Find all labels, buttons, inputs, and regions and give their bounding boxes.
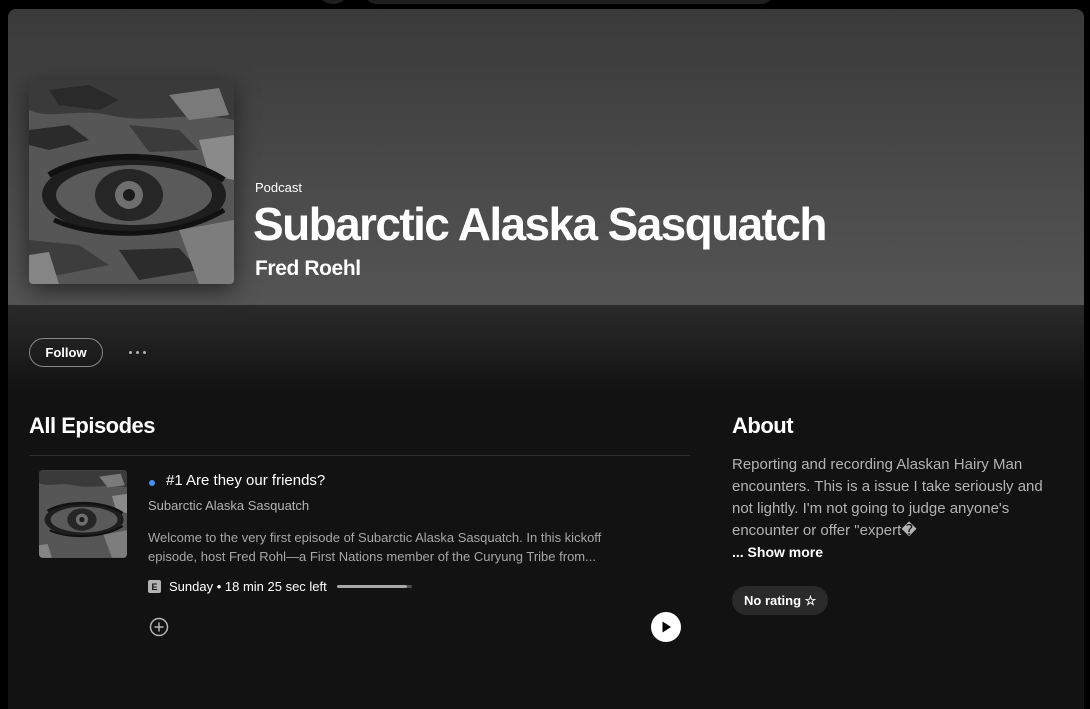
episode-meta: E Sunday • 18 min 25 sec left — [148, 579, 412, 594]
episodes-divider — [29, 455, 690, 456]
unplayed-indicator — [149, 480, 155, 486]
eye-artwork-image — [39, 470, 127, 558]
header-fade — [8, 305, 1084, 385]
episode-progress-bar — [336, 585, 412, 588]
podcast-cover-art — [29, 80, 234, 284]
rating-button[interactable]: No rating ☆ — [732, 586, 829, 615]
podcast-title: Subarctic Alaska Sasquatch — [253, 198, 827, 250]
play-episode-button[interactable] — [651, 612, 681, 642]
explicit-badge: E — [148, 580, 161, 593]
podcast-author[interactable]: Fred Roehl — [255, 257, 361, 281]
episode-meta-text: Sunday • 18 min 25 sec left — [169, 579, 327, 594]
episode-progress-fill — [336, 585, 407, 588]
top-bar — [0, 0, 1090, 9]
search-bar-edge[interactable] — [364, 0, 774, 4]
add-to-library-button[interactable] — [148, 616, 170, 638]
follow-button[interactable]: Follow — [29, 338, 103, 367]
episode-show-name[interactable]: Subarctic Alaska Sasquatch — [148, 498, 309, 513]
back-button-edge[interactable] — [318, 0, 348, 4]
show-more-link[interactable]: ... Show more — [732, 544, 823, 560]
main-panel: Podcast Subarctic Alaska Sasquatch Fred … — [8, 9, 1084, 709]
podcast-type-label: Podcast — [255, 180, 302, 195]
add-circle-icon — [149, 617, 169, 637]
episode-description: Welcome to the very first episode of Sub… — [148, 528, 668, 566]
episode-description-line: Welcome to the very first episode of Sub… — [148, 530, 602, 545]
play-icon — [662, 621, 671, 633]
episode-description-line: episode, host Fred Rohl—a First Nations … — [148, 549, 596, 564]
all-episodes-heading: All Episodes — [29, 413, 156, 438]
episode-title[interactable]: #1 Are they our friends? — [166, 472, 325, 489]
episode-thumbnail — [39, 470, 127, 558]
more-options-button[interactable] — [120, 340, 154, 364]
more-options-icon — [128, 350, 132, 354]
about-heading: About — [732, 413, 794, 438]
about-description: Reporting and recording Alaskan Hairy Ma… — [732, 456, 1043, 539]
eye-artwork-image — [29, 80, 234, 284]
rating-label: No rating ☆ — [744, 592, 817, 608]
